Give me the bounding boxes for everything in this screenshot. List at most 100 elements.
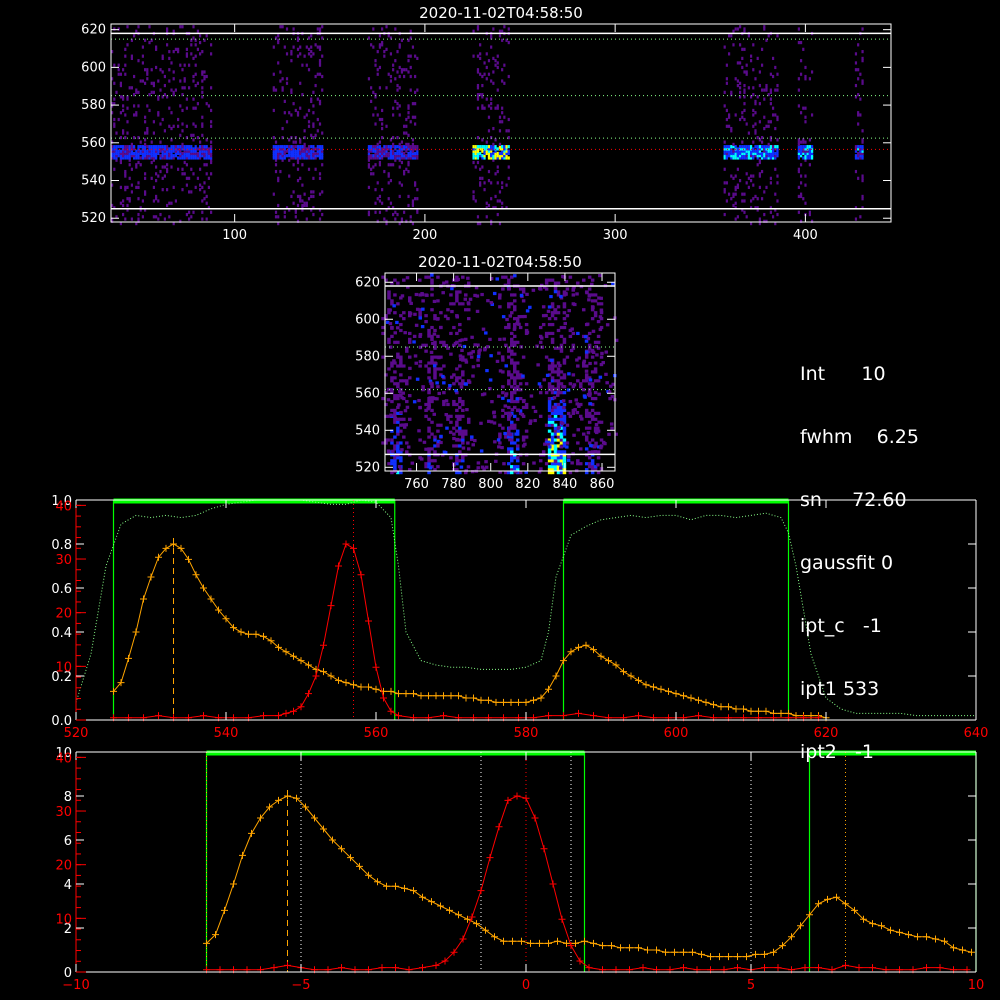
heatmap-pixel <box>115 90 118 94</box>
heatmap-pixel <box>571 331 576 336</box>
heatmap-pixel <box>135 88 138 92</box>
heatmap-pixel <box>394 217 397 221</box>
heatmap-pixel <box>591 305 595 310</box>
heatmap-pixel <box>288 174 291 178</box>
red-data-point <box>576 957 584 965</box>
heatmap-pixel <box>433 370 437 374</box>
heatmap-pixel <box>607 432 611 436</box>
heatmap-pixel <box>201 217 204 221</box>
heatmap-pixel <box>732 149 735 153</box>
heatmap-pixel <box>172 70 175 74</box>
heatmap-pixel <box>155 215 158 219</box>
heatmap-pixel <box>474 199 477 203</box>
heatmap-pixel <box>482 467 486 471</box>
heatmap-pixel <box>510 394 514 398</box>
orange-data-point <box>653 946 660 954</box>
heatmap-pixel <box>179 104 182 108</box>
heatmap-pixel <box>492 410 496 414</box>
heatmap-pixel <box>409 215 412 219</box>
heatmap-pixel <box>133 113 136 117</box>
heatmap-pixel <box>743 199 746 203</box>
heatmap-pixel <box>515 397 520 401</box>
heatmap-pixel <box>419 457 424 461</box>
heatmap-pixel <box>172 145 175 149</box>
heatmap-pixel <box>857 176 860 180</box>
heatmap-pixel <box>512 382 517 386</box>
heatmap-pixel <box>139 163 142 167</box>
y-tick-label-left: 0.0 <box>51 714 72 729</box>
red-data-point <box>380 694 387 702</box>
x-tick-label: 800 <box>478 477 503 492</box>
heatmap-pixel <box>408 340 412 344</box>
heatmap-pixel <box>430 308 434 312</box>
heatmap-pixel <box>481 165 484 169</box>
heatmap-pixel <box>307 124 311 128</box>
heatmap-pixel <box>861 56 864 61</box>
heatmap-pixel <box>433 373 437 377</box>
heatmap-pixel <box>562 432 567 436</box>
orange-data-point <box>500 937 507 945</box>
heatmap-pixel <box>547 382 552 386</box>
heatmap-pixel <box>392 68 395 72</box>
orange-data-point <box>590 939 597 947</box>
orange-data-point <box>260 632 267 640</box>
heatmap-pixel <box>745 172 748 176</box>
heatmap-pixel <box>405 399 409 404</box>
stat-label: ipt2 <box>800 741 837 763</box>
heatmap-pixel <box>741 115 744 119</box>
heatmap-pixel <box>292 102 295 106</box>
heatmap-pixel <box>565 441 570 445</box>
orange-data-point <box>878 922 885 930</box>
heatmap-pixel <box>400 145 404 149</box>
heatmap-pixel <box>473 439 477 443</box>
orange-data-point <box>482 926 489 934</box>
heatmap-pixel <box>501 111 504 115</box>
heatmap-pixel <box>381 325 385 330</box>
heatmap-pixel <box>159 145 162 149</box>
heatmap-pixel <box>533 409 538 414</box>
heatmap-pixel <box>290 59 293 63</box>
heatmap-pixel <box>808 163 811 167</box>
heatmap-pixel <box>810 113 814 117</box>
heatmap-pixel <box>557 425 561 430</box>
heatmap-pixel <box>507 462 511 466</box>
heatmap-pixel <box>172 50 175 54</box>
heatmap-pixel <box>394 210 397 214</box>
heatmap-pixel <box>201 210 204 214</box>
heatmap-pixel <box>507 372 511 376</box>
heatmap-pixel <box>461 302 465 306</box>
red-data-point <box>459 935 467 943</box>
heatmap-pixel <box>163 145 166 149</box>
heatmap-pixel <box>510 337 514 341</box>
heatmap-pixel <box>470 435 474 439</box>
heatmap-pixel <box>393 408 397 413</box>
heatmap-pixel <box>466 447 471 451</box>
heatmap-pixel <box>146 104 149 108</box>
heatmap-pixel <box>472 194 475 199</box>
orange-data-point <box>374 878 381 886</box>
heatmap-pixel <box>205 145 208 149</box>
heatmap-pixel <box>758 102 761 106</box>
orange-data-point <box>455 911 462 919</box>
heatmap-pixel <box>433 328 437 333</box>
heatmap-pixel <box>512 327 517 331</box>
heatmap-pixel <box>461 414 465 418</box>
heatmap-pixel <box>152 199 155 203</box>
heatmap-pixel <box>797 138 800 142</box>
heatmap-pixel <box>769 88 772 92</box>
heatmap-pixel <box>303 129 306 133</box>
heatmap-pixel <box>593 370 598 374</box>
heatmap-pixel <box>569 348 574 353</box>
y-tick-label-left: 0 <box>64 966 72 981</box>
heatmap-pixel <box>498 120 502 124</box>
heatmap-pixel <box>141 215 144 219</box>
heatmap-pixel <box>303 54 306 58</box>
heatmap-pixel <box>119 81 122 85</box>
heatmap-pixel <box>407 54 410 58</box>
heatmap-pixel <box>574 398 578 402</box>
heatmap-pixel <box>588 402 593 406</box>
heatmap-pixel <box>492 142 495 146</box>
heatmap-pixel <box>587 450 591 454</box>
orange-data-point <box>425 692 432 700</box>
heatmap-pixel <box>774 151 777 156</box>
